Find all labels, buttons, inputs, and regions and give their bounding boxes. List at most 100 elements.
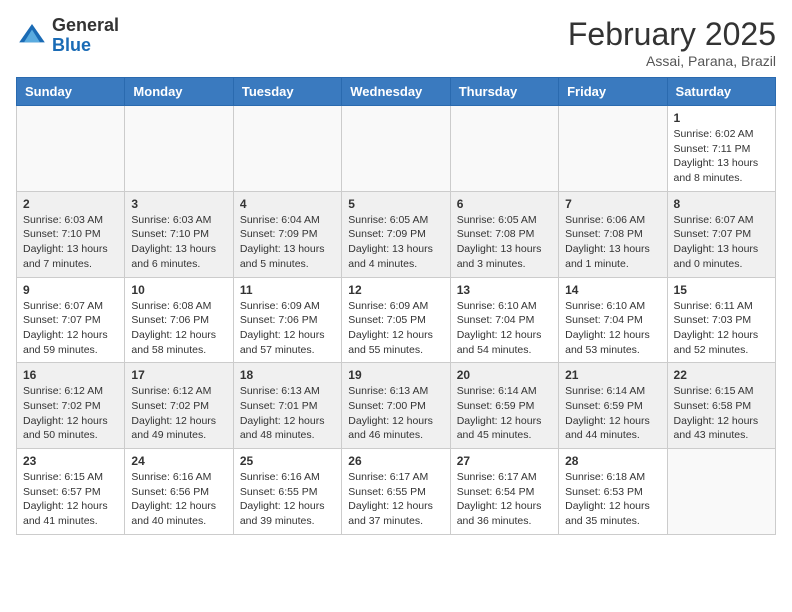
weekday-header-saturday: Saturday	[667, 78, 775, 106]
day-info: Sunrise: 6:09 AMSunset: 7:05 PMDaylight:…	[348, 299, 443, 358]
day-number: 18	[240, 368, 335, 382]
day-number: 9	[23, 283, 118, 297]
title-block: February 2025 Assai, Parana, Brazil	[568, 16, 776, 69]
weekday-header-monday: Monday	[125, 78, 233, 106]
day-info: Sunrise: 6:02 AMSunset: 7:11 PMDaylight:…	[674, 127, 769, 186]
calendar-cell	[667, 449, 775, 535]
logo-icon	[16, 20, 48, 52]
calendar-cell: 17 Sunrise: 6:12 AMSunset: 7:02 PMDayligh…	[125, 363, 233, 449]
calendar-table: SundayMondayTuesdayWednesdayThursdayFrid…	[16, 77, 776, 535]
calendar-cell: 23 Sunrise: 6:15 AMSunset: 6:57 PMDayligh…	[17, 449, 125, 535]
day-number: 6	[457, 197, 552, 211]
day-info: Sunrise: 6:07 AMSunset: 7:07 PMDaylight:…	[674, 213, 769, 272]
calendar-cell: 26 Sunrise: 6:17 AMSunset: 6:55 PMDayligh…	[342, 449, 450, 535]
day-number: 4	[240, 197, 335, 211]
calendar-cell: 4 Sunrise: 6:04 AMSunset: 7:09 PMDaylight…	[233, 191, 341, 277]
calendar-cell: 14 Sunrise: 6:10 AMSunset: 7:04 PMDayligh…	[559, 277, 667, 363]
day-number: 23	[23, 454, 118, 468]
weekday-header-wednesday: Wednesday	[342, 78, 450, 106]
page-header: General Blue February 2025 Assai, Parana…	[16, 16, 776, 69]
day-info: Sunrise: 6:03 AMSunset: 7:10 PMDaylight:…	[23, 213, 118, 272]
logo-general: General	[52, 15, 119, 35]
day-info: Sunrise: 6:03 AMSunset: 7:10 PMDaylight:…	[131, 213, 226, 272]
day-number: 3	[131, 197, 226, 211]
weekday-header-tuesday: Tuesday	[233, 78, 341, 106]
calendar-cell: 18 Sunrise: 6:13 AMSunset: 7:01 PMDayligh…	[233, 363, 341, 449]
week-row-2: 2 Sunrise: 6:03 AMSunset: 7:10 PMDaylight…	[17, 191, 776, 277]
calendar-cell	[125, 106, 233, 192]
calendar-cell: 21 Sunrise: 6:14 AMSunset: 6:59 PMDayligh…	[559, 363, 667, 449]
calendar-cell	[17, 106, 125, 192]
calendar-cell: 11 Sunrise: 6:09 AMSunset: 7:06 PMDayligh…	[233, 277, 341, 363]
day-info: Sunrise: 6:15 AMSunset: 6:58 PMDaylight:…	[674, 384, 769, 443]
calendar-cell: 1 Sunrise: 6:02 AMSunset: 7:11 PMDaylight…	[667, 106, 775, 192]
day-info: Sunrise: 6:13 AMSunset: 7:01 PMDaylight:…	[240, 384, 335, 443]
calendar-cell: 16 Sunrise: 6:12 AMSunset: 7:02 PMDayligh…	[17, 363, 125, 449]
day-info: Sunrise: 6:17 AMSunset: 6:55 PMDaylight:…	[348, 470, 443, 529]
calendar-cell: 27 Sunrise: 6:17 AMSunset: 6:54 PMDayligh…	[450, 449, 558, 535]
calendar-cell: 25 Sunrise: 6:16 AMSunset: 6:55 PMDayligh…	[233, 449, 341, 535]
calendar-cell	[559, 106, 667, 192]
day-info: Sunrise: 6:04 AMSunset: 7:09 PMDaylight:…	[240, 213, 335, 272]
day-info: Sunrise: 6:08 AMSunset: 7:06 PMDaylight:…	[131, 299, 226, 358]
day-number: 14	[565, 283, 660, 297]
day-info: Sunrise: 6:12 AMSunset: 7:02 PMDaylight:…	[23, 384, 118, 443]
day-number: 25	[240, 454, 335, 468]
calendar-cell: 12 Sunrise: 6:09 AMSunset: 7:05 PMDayligh…	[342, 277, 450, 363]
day-info: Sunrise: 6:15 AMSunset: 6:57 PMDaylight:…	[23, 470, 118, 529]
day-info: Sunrise: 6:12 AMSunset: 7:02 PMDaylight:…	[131, 384, 226, 443]
day-info: Sunrise: 6:06 AMSunset: 7:08 PMDaylight:…	[565, 213, 660, 272]
calendar-cell: 22 Sunrise: 6:15 AMSunset: 6:58 PMDayligh…	[667, 363, 775, 449]
calendar-cell	[342, 106, 450, 192]
day-info: Sunrise: 6:05 AMSunset: 7:08 PMDaylight:…	[457, 213, 552, 272]
day-number: 8	[674, 197, 769, 211]
calendar-cell: 28 Sunrise: 6:18 AMSunset: 6:53 PMDayligh…	[559, 449, 667, 535]
weekday-header-sunday: Sunday	[17, 78, 125, 106]
day-number: 19	[348, 368, 443, 382]
month-title: February 2025	[568, 16, 776, 53]
day-info: Sunrise: 6:09 AMSunset: 7:06 PMDaylight:…	[240, 299, 335, 358]
calendar-cell: 13Sunrise: 6:10 AMSunset: 7:04 PMDayligh…	[450, 277, 558, 363]
logo-blue: Blue	[52, 35, 91, 55]
calendar-cell: 10 Sunrise: 6:08 AMSunset: 7:06 PMDayligh…	[125, 277, 233, 363]
day-info: Sunrise: 6:16 AMSunset: 6:55 PMDaylight:…	[240, 470, 335, 529]
day-info: Sunrise: 6:14 AMSunset: 6:59 PMDaylight:…	[457, 384, 552, 443]
day-number: 28	[565, 454, 660, 468]
calendar-cell: 3 Sunrise: 6:03 AMSunset: 7:10 PMDaylight…	[125, 191, 233, 277]
day-number: 1	[674, 111, 769, 125]
calendar-cell: 24Sunrise: 6:16 AMSunset: 6:56 PMDayligh…	[125, 449, 233, 535]
day-info: Sunrise: 6:16 AMSunset: 6:56 PMDaylight:…	[131, 470, 226, 529]
calendar-cell: 7 Sunrise: 6:06 AMSunset: 7:08 PMDaylight…	[559, 191, 667, 277]
calendar-cell: 9 Sunrise: 6:07 AMSunset: 7:07 PMDaylight…	[17, 277, 125, 363]
day-info: Sunrise: 6:07 AMSunset: 7:07 PMDaylight:…	[23, 299, 118, 358]
day-number: 7	[565, 197, 660, 211]
day-info: Sunrise: 6:14 AMSunset: 6:59 PMDaylight:…	[565, 384, 660, 443]
calendar-cell: 6 Sunrise: 6:05 AMSunset: 7:08 PMDaylight…	[450, 191, 558, 277]
day-number: 2	[23, 197, 118, 211]
day-number: 10	[131, 283, 226, 297]
day-info: Sunrise: 6:10 AMSunset: 7:04 PMDaylight:…	[565, 299, 660, 358]
day-info: Sunrise: 6:13 AMSunset: 7:00 PMDaylight:…	[348, 384, 443, 443]
day-number: 27	[457, 454, 552, 468]
weekday-header-friday: Friday	[559, 78, 667, 106]
day-number: 21	[565, 368, 660, 382]
logo-text: General Blue	[52, 16, 119, 56]
calendar-cell	[233, 106, 341, 192]
location-title: Assai, Parana, Brazil	[568, 53, 776, 69]
day-info: Sunrise: 6:10 AMSunset: 7:04 PMDaylight:…	[457, 299, 552, 358]
week-row-5: 23 Sunrise: 6:15 AMSunset: 6:57 PMDayligh…	[17, 449, 776, 535]
day-number: 15	[674, 283, 769, 297]
logo: General Blue	[16, 16, 119, 56]
day-number: 26	[348, 454, 443, 468]
day-number: 12	[348, 283, 443, 297]
day-number: 22	[674, 368, 769, 382]
calendar-cell: 8 Sunrise: 6:07 AMSunset: 7:07 PMDaylight…	[667, 191, 775, 277]
day-info: Sunrise: 6:17 AMSunset: 6:54 PMDaylight:…	[457, 470, 552, 529]
day-number: 11	[240, 283, 335, 297]
day-number: 16	[23, 368, 118, 382]
week-row-3: 9 Sunrise: 6:07 AMSunset: 7:07 PMDaylight…	[17, 277, 776, 363]
day-info: Sunrise: 6:18 AMSunset: 6:53 PMDaylight:…	[565, 470, 660, 529]
calendar-cell: 15Sunrise: 6:11 AMSunset: 7:03 PMDayligh…	[667, 277, 775, 363]
day-number: 17	[131, 368, 226, 382]
week-row-1: 1 Sunrise: 6:02 AMSunset: 7:11 PMDaylight…	[17, 106, 776, 192]
